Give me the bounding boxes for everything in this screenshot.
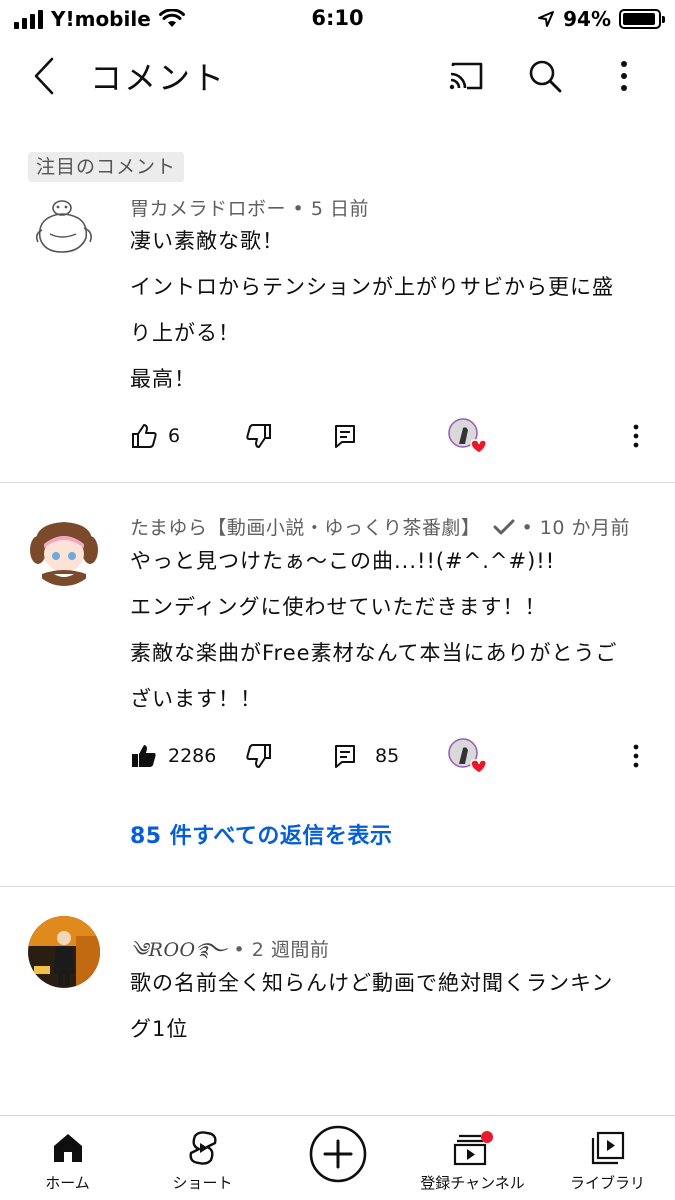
robot-avatar-image — [28, 190, 100, 262]
comment-time: 10 か月前 — [539, 517, 630, 539]
nav-label: ライブラリ — [569, 1174, 645, 1192]
more-vert-icon — [633, 744, 639, 768]
comment-text-line: 素敵な楽曲がFree素材なんて本当にありがとうご — [130, 641, 618, 665]
status-bar: Y!mobile 6:10 94% — [0, 0, 675, 40]
comment-author[interactable]: 胃カメラドロボー — [130, 198, 286, 220]
divider — [0, 886, 675, 887]
nav-label: ホーム — [45, 1174, 90, 1192]
comment-body: やっと見つけたぁ〜この曲...!!(#^.^#)!! エンディングに使わせていた… — [130, 538, 660, 722]
library-icon — [591, 1131, 624, 1165]
creator-heart-badge — [446, 734, 486, 778]
create-icon — [309, 1125, 366, 1183]
pinned-comment-label: 注目のコメント — [28, 152, 185, 182]
back-button[interactable] — [22, 54, 66, 98]
nav-create[interactable] — [270, 1116, 405, 1200]
like-button[interactable]: 6 — [130, 414, 180, 458]
search-icon — [529, 60, 562, 93]
avatar[interactable] — [28, 190, 100, 262]
cast-icon — [449, 62, 483, 90]
thumbs-up-filled-icon — [132, 745, 156, 767]
nav-label: 登録チャンネル — [420, 1174, 525, 1192]
comment-more-button[interactable] — [632, 734, 640, 778]
comment-reply-icon — [335, 425, 355, 448]
more-vert-icon — [621, 61, 627, 91]
avatar[interactable] — [28, 514, 100, 586]
dislike-button[interactable] — [245, 414, 273, 458]
comment-actions: 2286 85 — [0, 734, 675, 778]
roo-avatar-image — [28, 916, 100, 988]
more-options-button[interactable] — [602, 54, 646, 98]
swirl-ornament-icon: ༄ — [130, 939, 149, 961]
battery-fill — [623, 13, 655, 25]
battery-icon — [619, 9, 665, 29]
like-count: 6 — [168, 425, 181, 447]
header: コメント — [0, 44, 675, 106]
comment-actions: 6 — [0, 414, 675, 458]
divider — [0, 482, 675, 483]
comment-author[interactable]: たまゆら【動画小説・ゆっくり茶番劇】 — [130, 517, 480, 539]
comment-time: 5 日前 — [310, 198, 369, 220]
notification-dot — [480, 1131, 493, 1143]
reply-button[interactable]: 85 — [333, 734, 399, 778]
battery-percent: 94% — [563, 7, 611, 31]
status-left: Y!mobile — [14, 6, 185, 32]
wifi-icon — [158, 9, 185, 27]
comment-text-line: グ1位 — [130, 1017, 189, 1041]
reply-button[interactable] — [333, 414, 357, 458]
bottom-nav: ホーム ショート 登録チャンネル ライブラリ — [0, 1115, 675, 1200]
comment-text-line: 歌の名前全く知らんけど動画で絶対聞くランキン — [130, 971, 614, 995]
creator-heart-badge — [446, 414, 486, 458]
like-button[interactable]: 2286 — [130, 734, 216, 778]
nav-library[interactable]: ライブラリ — [540, 1116, 675, 1200]
nav-shorts[interactable]: ショート — [135, 1116, 270, 1200]
comment-reply-icon — [335, 745, 355, 768]
swirl-ornament-icon: ࿐ — [195, 939, 227, 961]
reply-count: 85 — [375, 745, 400, 767]
thumbs-up-outline-icon — [132, 424, 157, 448]
thumbs-down-outline-icon — [246, 744, 271, 768]
comment-text-line: 最高！ — [130, 367, 196, 391]
cast-button[interactable] — [444, 54, 488, 98]
shorts-icon — [188, 1131, 217, 1165]
avatar[interactable] — [28, 916, 100, 988]
comment-meta: 胃カメラドロボー • 5 日前 — [130, 198, 369, 220]
carrier-name: Y!mobile — [51, 7, 151, 31]
comment-body: 凄い素敵な歌！ イントロからテンションが上がりサビから更に盛 り上がる！ 最高！ — [130, 218, 660, 402]
view-replies-link[interactable]: 85 件すべての返信を表示 — [130, 818, 392, 850]
comment-text-line: ざいます！！ — [130, 687, 262, 711]
nav-subscriptions[interactable]: 登録チャンネル — [405, 1116, 540, 1200]
like-count: 2286 — [168, 745, 217, 767]
comment-text-line: やっと見つけたぁ〜この曲...!!(#^.^#)!! — [130, 549, 556, 573]
subscriptions-icon — [453, 1131, 493, 1166]
more-vert-icon — [633, 424, 639, 448]
nav-home[interactable]: ホーム — [0, 1116, 135, 1200]
comment-text-line: り上がる！ — [130, 321, 240, 345]
dislike-button[interactable] — [245, 734, 273, 778]
location-arrow-icon — [538, 11, 555, 27]
comment-more-button[interactable] — [632, 414, 640, 458]
search-button[interactable] — [523, 54, 567, 98]
page-title: コメント — [90, 59, 227, 97]
comment-author[interactable]: ༄ROO࿐ — [130, 939, 233, 961]
home-icon — [53, 1134, 82, 1162]
creator-heart-icon — [448, 738, 486, 774]
nav-label: ショート — [172, 1174, 233, 1192]
thumbs-down-outline-icon — [246, 424, 271, 448]
status-right: 94% — [537, 6, 665, 32]
comment-time: 2 週間前 — [251, 939, 330, 961]
comment-meta: たまゆら【動画小説・ゆっくり茶番劇】 • 10 か月前 — [130, 517, 630, 539]
creator-heart-icon — [448, 418, 486, 454]
verified-check-icon — [493, 519, 515, 535]
comment-body: 歌の名前全く知らんけど動画で絶対聞くランキン グ1位 — [130, 960, 660, 1052]
back-icon — [34, 57, 54, 95]
comment-text-line: エンディングに使わせていただきます！！ — [130, 595, 547, 619]
comment-text-line: イントロからテンションが上がりサビから更に盛 — [130, 275, 614, 299]
signal-icon — [14, 9, 43, 29]
comment-text-line: 凄い素敵な歌！ — [130, 229, 284, 253]
tamayura-avatar-image — [28, 514, 100, 586]
